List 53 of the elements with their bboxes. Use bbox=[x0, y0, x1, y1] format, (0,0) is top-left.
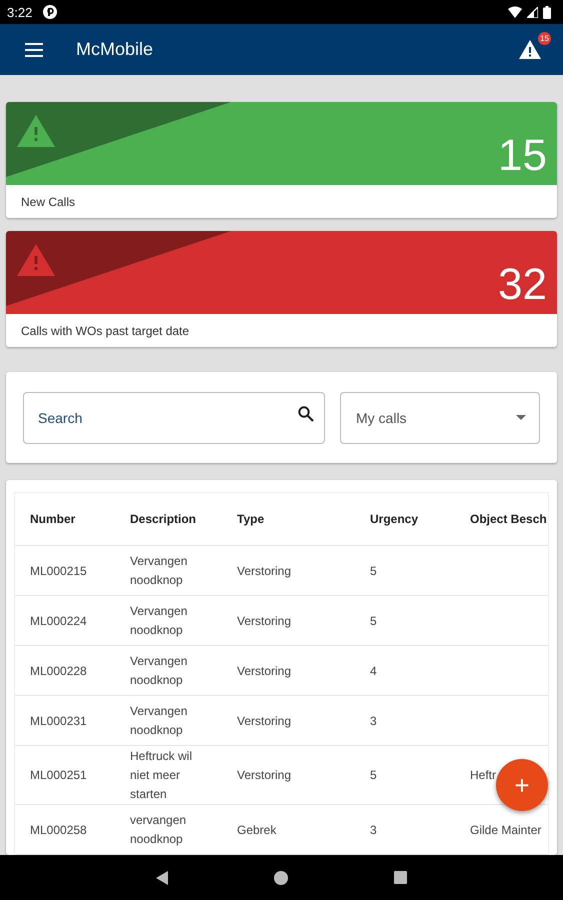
battery-icon bbox=[543, 6, 551, 18]
object-cell-text: Gilde Mainter bbox=[470, 822, 542, 838]
type-cell-text: Verstoring bbox=[237, 612, 292, 630]
urgency-cell-text: 5 bbox=[370, 612, 378, 630]
summary-card[interactable]: 15 New Calls bbox=[6, 102, 557, 218]
urgency-cell-text: 3 bbox=[370, 822, 378, 838]
back-icon[interactable] bbox=[156, 870, 168, 884]
clock-text: 3:22 bbox=[7, 4, 32, 20]
app-title: McMobile bbox=[76, 39, 154, 60]
warning-icon bbox=[17, 115, 55, 147]
home-icon[interactable] bbox=[274, 870, 288, 884]
number-cell-text: ML000251 bbox=[30, 767, 88, 784]
urgency-cell-text: 5 bbox=[370, 767, 378, 784]
description-cell-text: Vervangen noodknop bbox=[130, 653, 188, 689]
description-cell-text: Vervangen noodknop bbox=[130, 603, 188, 639]
warning-icon[interactable] bbox=[519, 40, 541, 59]
column-header[interactable]: Type bbox=[237, 512, 370, 526]
number-cell-text: ML000215 bbox=[30, 562, 88, 580]
search-field[interactable]: Search bbox=[23, 392, 325, 444]
number-cell-text: ML000258 bbox=[30, 822, 88, 838]
type-cell-text: Verstoring bbox=[237, 562, 292, 580]
wifi-icon bbox=[508, 6, 522, 18]
summary-card[interactable]: 32 Calls with WOs past target date bbox=[6, 231, 557, 347]
menu-icon[interactable] bbox=[25, 42, 43, 56]
type-cell-text: Gebrek bbox=[237, 822, 278, 838]
warning-icon bbox=[17, 244, 55, 276]
card-label: Calls with WOs past target date bbox=[20, 322, 190, 340]
type-cell-text: Verstoring bbox=[237, 662, 292, 680]
search-icon[interactable] bbox=[298, 406, 314, 422]
column-header[interactable]: Urgency bbox=[370, 512, 470, 526]
description-cell-text: vervangen noodknop bbox=[130, 812, 188, 848]
type-cell-text: Verstoring bbox=[237, 767, 292, 784]
number-cell-text: ML000228 bbox=[30, 662, 88, 680]
type-cell-text: Verstoring bbox=[237, 712, 292, 730]
notification-badge: 15 bbox=[538, 32, 551, 45]
object-cell-text: Heftr bbox=[470, 767, 498, 784]
signal-icon bbox=[527, 6, 538, 18]
number-cell-text: ML000224 bbox=[30, 612, 88, 630]
urgency-cell-text: 3 bbox=[370, 712, 378, 730]
calls-dropdown[interactable]: My calls bbox=[340, 392, 540, 444]
column-header[interactable]: Object Besch bbox=[470, 512, 548, 526]
description-cell-text: Vervangen noodknop bbox=[130, 703, 188, 739]
description-cell-text: Vervangen noodknop bbox=[130, 553, 188, 589]
urgency-cell-text: 5 bbox=[370, 562, 378, 580]
card-label: New Calls bbox=[20, 194, 76, 210]
description-cell-text: Heftruck wil niet meer starten bbox=[130, 748, 194, 803]
count-text: 32 bbox=[498, 263, 548, 311]
column-header[interactable]: Description bbox=[130, 512, 237, 526]
number-cell-text: ML000231 bbox=[30, 712, 88, 730]
count-text: 15 bbox=[498, 134, 548, 182]
urgency-cell-text: 4 bbox=[370, 662, 378, 680]
caret-icon bbox=[516, 415, 526, 420]
column-header[interactable]: Number bbox=[30, 512, 130, 526]
